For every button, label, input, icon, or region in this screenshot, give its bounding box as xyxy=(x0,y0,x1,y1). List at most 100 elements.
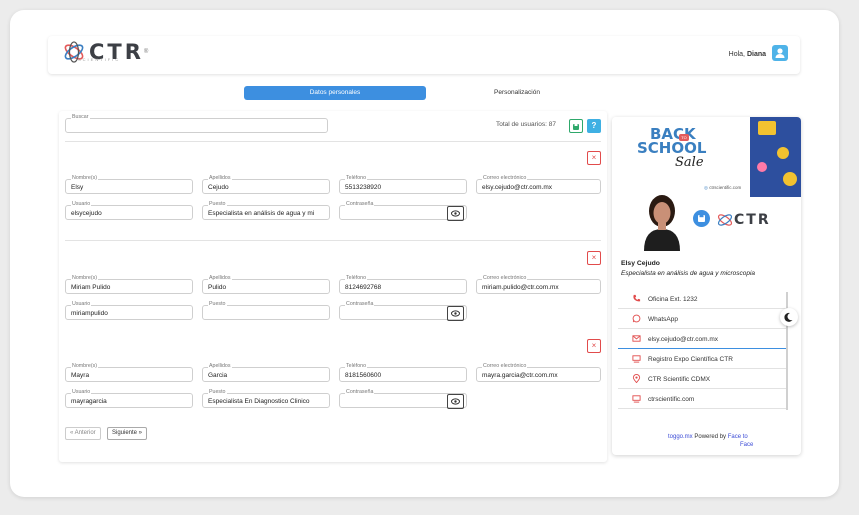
delete-user-button[interactable]: × xyxy=(587,251,601,265)
save-icon xyxy=(573,124,579,130)
monitor-icon xyxy=(632,395,641,403)
tab-datos-personales[interactable]: Datos personales xyxy=(244,86,426,100)
close-icon: × xyxy=(591,341,597,350)
apellidos-field[interactable]: Apellidos Garcia xyxy=(202,363,330,382)
field-label: Puesto xyxy=(208,301,227,308)
card-footer: toggo.mx Powered by Face to Face xyxy=(668,433,753,449)
field-label: Usuario xyxy=(71,389,92,396)
nombre-field[interactable]: Nombre(s) Miriam Pulido xyxy=(65,275,193,294)
field-value: Miriam Pulido xyxy=(71,284,111,291)
usuario-field[interactable]: Usuario mayragarcia xyxy=(65,389,193,408)
whatsapp-icon xyxy=(632,314,641,323)
contact-item-location[interactable]: CTR Scientific CDMX xyxy=(618,369,788,389)
tab-personalizacion[interactable]: Personalización xyxy=(480,86,554,100)
download-contact-button[interactable] xyxy=(693,210,710,227)
logo-subtitle: SCIENTIFIC xyxy=(78,57,121,62)
card-logo-text: CTR xyxy=(734,212,771,228)
field-value: Mayra xyxy=(71,372,90,379)
field-value: elsycejudo xyxy=(71,210,102,217)
profile-preview-card: BACK SCHOOL Sale TO ◎ ctrscientific.com … xyxy=(612,117,801,455)
search-input[interactable]: Buscar xyxy=(65,114,328,133)
footer-link[interactable]: Face to xyxy=(728,434,748,440)
phone-icon xyxy=(633,294,641,302)
contact-item-website[interactable]: ctrscientific.com xyxy=(618,389,788,409)
field-label: Teléfono xyxy=(345,363,368,370)
mail-icon xyxy=(632,335,641,342)
correo-field[interactable]: Correo electrónico mayra.garcia@ctr.com.m… xyxy=(476,363,601,382)
greeting-text: Hola, xyxy=(728,51,745,58)
field-label: Correo electrónico xyxy=(482,275,528,282)
field-label: Contraseña xyxy=(345,389,375,396)
previous-page-button[interactable]: « Anterior xyxy=(65,427,101,440)
field-label: Correo electrónico xyxy=(482,363,528,370)
banner-site-text: ctrscientific.com xyxy=(709,185,742,190)
logo-registered-mark: ® xyxy=(143,49,149,55)
close-icon: × xyxy=(591,153,597,162)
field-label: Usuario xyxy=(71,301,92,308)
next-page-button[interactable]: Siguiente » xyxy=(107,427,148,440)
greeting: Hola, Diana xyxy=(729,51,766,58)
correo-field[interactable]: Correo electrónico miriam.pulido@ctr.com.… xyxy=(476,275,601,294)
field-value: 8124692768 xyxy=(345,284,382,291)
help-button[interactable]: ? xyxy=(587,119,601,133)
field-value: Pulido xyxy=(208,284,227,291)
field-value: Cejudo xyxy=(208,184,229,191)
telefono-field[interactable]: Teléfono 8181560600 xyxy=(339,363,467,382)
apellidos-field[interactable]: Apellidos Cejudo xyxy=(202,175,330,194)
users-panel: Buscar Total de usuarios: 87 ? × Nombre(… xyxy=(59,111,607,462)
correo-field[interactable]: Correo electrónico elsy.cejudo@ctr.com.mx xyxy=(476,175,601,194)
contact-item-email[interactable]: elsy.cejudo@ctr.com.mx xyxy=(618,329,788,349)
show-password-button[interactable] xyxy=(447,306,464,321)
save-button[interactable] xyxy=(569,119,583,133)
monitor-icon xyxy=(632,355,641,363)
show-password-button[interactable] xyxy=(447,206,464,221)
telefono-field[interactable]: Teléfono 8124692768 xyxy=(339,275,467,294)
apellidos-field[interactable]: Apellidos Pulido xyxy=(202,275,330,294)
contact-item-whatsapp[interactable]: WhatsApp xyxy=(618,309,788,329)
field-value: mayra.garcia@ctr.com.mx xyxy=(482,372,558,379)
banner-line2: SCHOOL xyxy=(637,139,707,157)
top-header: CTR ® SCIENTIFIC Hola, Diana xyxy=(48,36,800,74)
field-label: Teléfono xyxy=(345,275,368,282)
atom-logo-icon xyxy=(717,214,733,226)
nombre-field[interactable]: Nombre(s) Elsy xyxy=(65,175,193,194)
close-icon: × xyxy=(591,253,597,262)
field-label: Correo electrónico xyxy=(482,175,528,182)
footer-link[interactable]: Face xyxy=(740,442,753,448)
location-pin-icon xyxy=(632,374,641,383)
footer-brand-link[interactable]: toggo.mx xyxy=(668,434,693,440)
search-label: Buscar xyxy=(71,114,90,121)
telefono-field[interactable]: Teléfono 5513238920 xyxy=(339,175,467,194)
delete-user-button[interactable]: × xyxy=(587,151,601,165)
field-label: Puesto xyxy=(208,389,227,396)
divider xyxy=(65,240,601,241)
usuario-field[interactable]: Usuario miriampulido xyxy=(65,301,193,320)
delete-user-button[interactable]: × xyxy=(587,339,601,353)
question-icon: ? xyxy=(591,121,597,130)
puesto-field[interactable]: Puesto xyxy=(202,301,330,320)
profile-role: Especialista en análisis de agua y micro… xyxy=(621,270,756,277)
dark-mode-toggle[interactable] xyxy=(780,308,798,326)
show-password-button[interactable] xyxy=(447,394,464,409)
eye-icon xyxy=(451,210,460,217)
field-label: Nombre(s) xyxy=(71,275,99,282)
contact-item-phone[interactable]: Oficina Ext. 1232 xyxy=(618,289,788,309)
usuario-field[interactable]: Usuario elsycejudo xyxy=(65,201,193,220)
puesto-field[interactable]: Puesto Especialista En Diagnostico Clinic… xyxy=(202,389,330,408)
banner-badge: TO xyxy=(679,134,689,141)
banner-site: ◎ ctrscientific.com xyxy=(704,185,742,190)
promo-banner: BACK SCHOOL Sale TO ◎ ctrscientific.com … xyxy=(612,117,801,251)
field-label: Puesto xyxy=(208,201,227,208)
field-value: miriampulido xyxy=(71,310,108,317)
puesto-field[interactable]: Puesto Especialista en análisis de agua y… xyxy=(202,201,330,220)
contact-text: CTR Scientific CDMX xyxy=(648,376,711,383)
total-users: Total de usuarios: 87 xyxy=(496,121,556,128)
nombre-field[interactable]: Nombre(s) Mayra xyxy=(65,363,193,382)
field-value: Garcia xyxy=(208,372,228,379)
field-value: Elsy xyxy=(71,184,84,191)
field-value: Especialista en análisis de agua y mi xyxy=(208,210,315,217)
user-avatar-button[interactable] xyxy=(772,45,788,61)
banner-line3: Sale xyxy=(675,155,704,170)
field-label: Nombre(s) xyxy=(71,175,99,182)
contact-item-registro[interactable]: Registro Expo Científica CTR xyxy=(618,349,788,369)
